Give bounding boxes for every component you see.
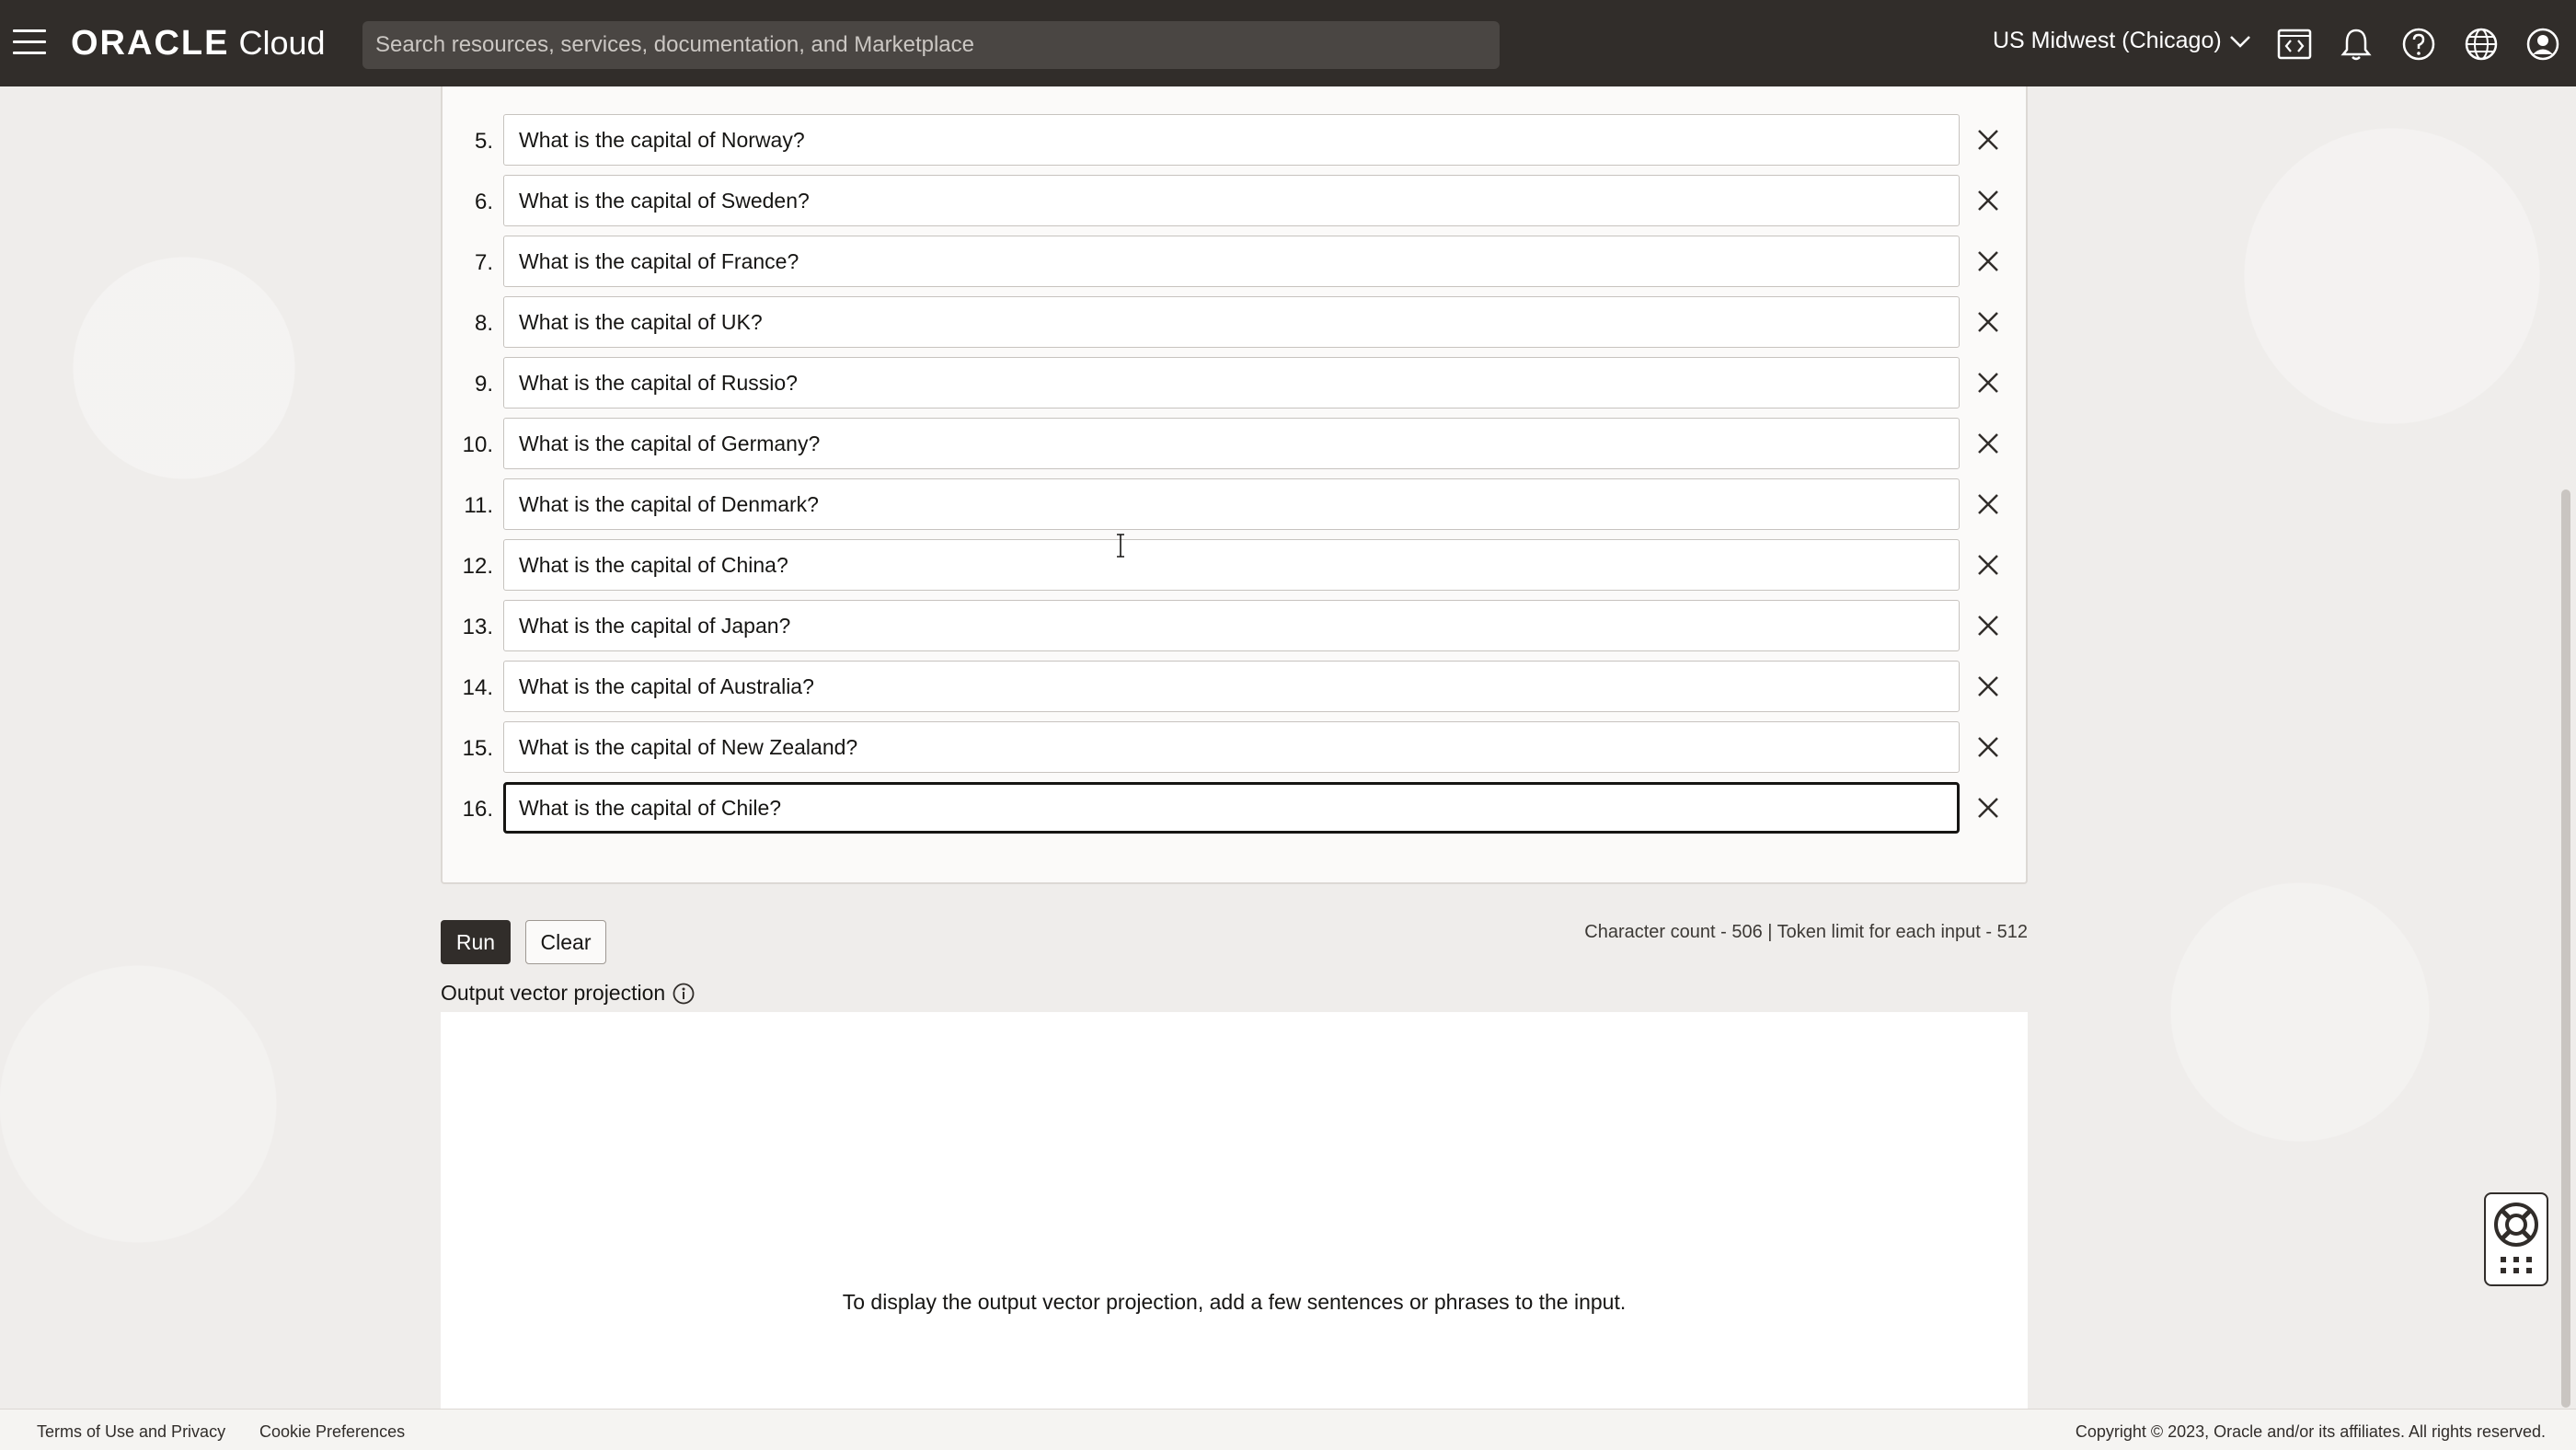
row-number: 5.: [474, 129, 493, 154]
region-selector[interactable]: US Midwest (Chicago): [1993, 28, 2251, 54]
region-label: US Midwest (Chicago): [1993, 28, 2222, 53]
input-row: 7.: [443, 236, 2030, 287]
input-row: 9.: [443, 357, 2030, 409]
close-icon[interactable]: [1973, 307, 2003, 337]
row-number: 12.: [462, 554, 493, 579]
input-row: 5.: [443, 114, 2030, 166]
page-footer: Terms of Use and Privacy Cookie Preferen…: [0, 1409, 2576, 1450]
bell-icon[interactable]: [2338, 26, 2375, 63]
output-vector-projection-panel: To display the output vector projection,…: [441, 1012, 2028, 1409]
close-icon[interactable]: [1973, 489, 2003, 519]
sentence-input[interactable]: [503, 357, 1960, 409]
oracle-cloud-logo[interactable]: ORACLE Cloud: [71, 24, 326, 63]
sentence-input[interactable]: [503, 600, 1960, 651]
top-navigation-bar: ORACLE Cloud US Midwest (Chicago): [0, 0, 2576, 86]
input-row: 6.: [443, 175, 2030, 226]
copyright-text: Copyright © 2023, Oracle and/or its affi…: [2075, 1422, 2546, 1441]
chevron-down-icon: [2229, 35, 2250, 48]
close-icon[interactable]: [1973, 125, 2003, 155]
output-section-title: Output vector projection: [441, 981, 666, 1005]
row-number: 15.: [462, 736, 493, 761]
code-editor-icon[interactable]: [2276, 26, 2313, 63]
input-row: 11.: [443, 478, 2030, 530]
search-input[interactable]: [362, 21, 1500, 69]
sentence-input[interactable]: [503, 296, 1960, 348]
row-number: 10.: [462, 432, 493, 457]
input-row: 12.: [443, 539, 2030, 591]
text-cursor-icon: [1117, 534, 1124, 558]
input-row: 15.: [443, 721, 2030, 773]
brand-name: ORACLE: [71, 24, 230, 63]
input-row: 10.: [443, 418, 2030, 469]
empty-output-message: To display the output vector projection,…: [842, 1290, 1627, 1314]
character-count: Character count - 506 | Token limit for …: [1584, 922, 2028, 942]
info-icon[interactable]: [672, 982, 696, 1006]
product-name: Cloud: [238, 24, 326, 62]
cookie-preferences-link[interactable]: Cookie Preferences: [259, 1422, 405, 1442]
sentence-input[interactable]: [503, 175, 1960, 226]
clear-button[interactable]: Clear: [525, 920, 606, 964]
close-icon[interactable]: [1973, 611, 2003, 640]
sentence-input[interactable]: [503, 114, 1960, 166]
input-row: 16.: [443, 782, 2030, 834]
sentence-input[interactable]: [503, 418, 1960, 469]
row-number: 14.: [462, 675, 493, 700]
sentence-input[interactable]: [503, 661, 1960, 712]
sentence-input[interactable]: [503, 236, 1960, 287]
row-number: 6.: [474, 190, 493, 214]
lifebuoy-icon: [2494, 1203, 2538, 1273]
menu-icon[interactable]: [13, 29, 46, 57]
row-number: 16.: [462, 797, 493, 822]
sentence-input[interactable]: [503, 539, 1960, 591]
input-row: 13.: [443, 600, 2030, 651]
sentence-input[interactable]: [503, 478, 1960, 530]
input-row: 8.: [443, 296, 2030, 348]
close-icon[interactable]: [1973, 550, 2003, 580]
row-number: 8.: [474, 311, 493, 336]
page-scrollbar[interactable]: [2561, 489, 2570, 1408]
globe-icon[interactable]: [2463, 26, 2500, 63]
row-number: 7.: [474, 250, 493, 275]
close-icon[interactable]: [1973, 672, 2003, 701]
close-icon[interactable]: [1973, 793, 2003, 823]
terms-link[interactable]: Terms of Use and Privacy: [37, 1422, 225, 1442]
input-sentences-panel: 4. 5. 6. 7. 8. 9. 10. 11. 12.: [441, 35, 2030, 884]
close-icon[interactable]: [1973, 429, 2003, 458]
row-number: 9.: [474, 372, 493, 397]
close-icon[interactable]: [1973, 247, 2003, 276]
close-icon[interactable]: [1973, 186, 2003, 215]
input-row: 14.: [443, 661, 2030, 712]
help-icon[interactable]: [2400, 26, 2437, 63]
row-number: 11.: [464, 493, 493, 518]
run-button[interactable]: Run: [441, 920, 511, 964]
close-icon[interactable]: [1973, 732, 2003, 762]
sentence-input[interactable]: [503, 721, 1960, 773]
close-icon[interactable]: [1973, 368, 2003, 397]
sentence-input[interactable]: [503, 782, 1960, 834]
row-number: 13.: [462, 615, 493, 639]
user-icon[interactable]: [2524, 26, 2561, 63]
help-widget[interactable]: [2484, 1192, 2548, 1286]
